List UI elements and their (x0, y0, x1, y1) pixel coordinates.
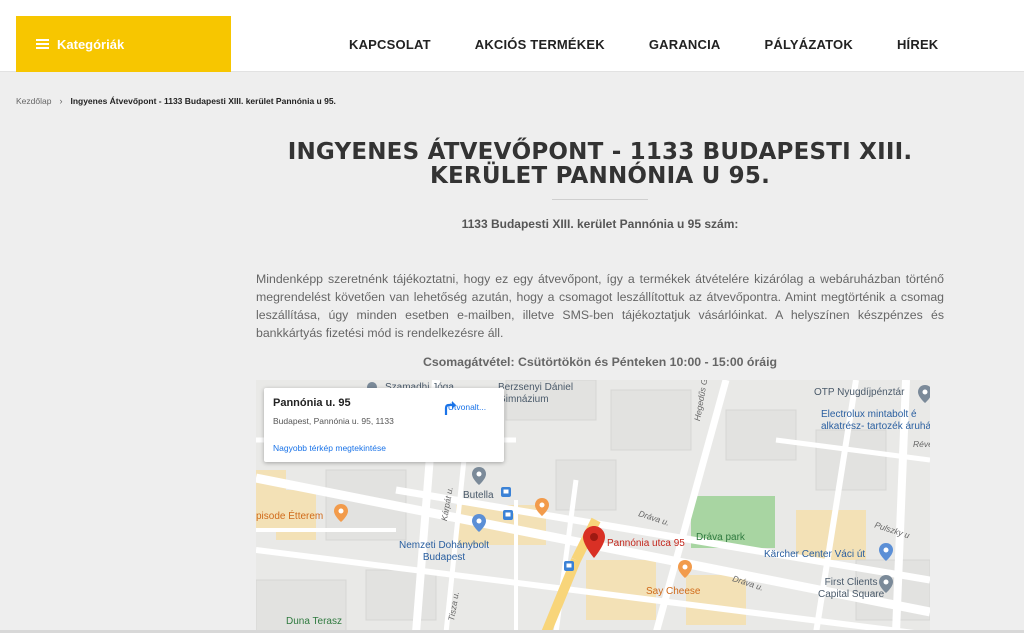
location-pin-icon[interactable] (583, 526, 605, 558)
menu-item-kapcsolat[interactable]: KAPCSOLAT (349, 37, 431, 52)
transit-stop-icon[interactable] (564, 561, 574, 571)
map-label: pisode Étterem (256, 511, 324, 522)
map-label: Electrolux mintabolt é alkatrész- tartoz… (821, 409, 930, 432)
transit-stop-icon[interactable] (503, 510, 513, 520)
breadcrumb-current: Ingyenes Átvevőpont - 1133 Budapesti XII… (70, 96, 336, 106)
map-label: First Clients Capital Square (818, 577, 885, 600)
shop-marker-icon[interactable] (472, 514, 486, 532)
shop-marker-icon[interactable] (879, 543, 893, 561)
map-info-card: Pannónia u. 95 Budapest, Pannónia u. 95,… (264, 388, 504, 462)
restaurant-marker-icon[interactable] (535, 498, 549, 516)
categories-label: Kategóriák (57, 36, 125, 52)
map-label: Butella (463, 490, 494, 501)
directions-icon (444, 401, 456, 415)
main-menu: KAPCSOLAT AKCIÓS TERMÉKEK GARANCIA PÁLYÁ… (327, 16, 960, 72)
main-navbar: Kategóriák KAPCSOLAT AKCIÓS TERMÉKEK GAR… (0, 16, 1024, 72)
categories-button[interactable]: Kategóriák (16, 16, 231, 72)
place-name: Pannónia u. 95 (273, 397, 351, 409)
street-label: Réve (913, 439, 930, 449)
title-divider (552, 199, 648, 200)
map-label: Say Cheese (646, 586, 701, 597)
page-subtitle: 1133 Budapesti XIII. kerület Pannónia u … (461, 217, 739, 231)
menu-item-hirek[interactable]: HÍREK (897, 37, 938, 52)
map-label: Nemzeti Dohánybolt Budapest (399, 540, 490, 563)
menu-item-palyazatok[interactable]: PÁLYÁZATOK (765, 37, 853, 52)
page-title: INGYENES ÁTVEVŐPONT - 1133 BUDAPESTI XII… (287, 139, 913, 189)
breadcrumb: Kezdőlap › Ingyenes Átvevőpont - 1133 Bu… (16, 96, 336, 106)
directions-button[interactable]: Útvonalt... (442, 400, 492, 415)
restaurant-marker-icon[interactable] (678, 560, 692, 578)
map-label: Kärcher Center Váci út (764, 549, 866, 560)
top-strip (0, 0, 1024, 16)
breadcrumb-home-link[interactable]: Kezdőlap (16, 96, 51, 106)
menu-item-garancia[interactable]: GARANCIA (649, 37, 721, 52)
breadcrumb-separator: › (59, 96, 63, 106)
map-label: OTP Nyugdíjpénztár (814, 387, 905, 398)
menu-item-akcios-termekek[interactable]: AKCIÓS TERMÉKEK (475, 37, 605, 52)
map-label: Duna Terasz (286, 616, 342, 627)
transit-stop-icon[interactable] (501, 487, 511, 497)
hamburger-icon (36, 39, 49, 49)
pin-label: Pannónia utca 95 (607, 538, 685, 549)
map-label: Berzsenyi Dániel Gimnázium (498, 382, 574, 405)
larger-map-link[interactable]: Nagyobb térkép megtekintése (273, 443, 386, 453)
poi-marker-icon[interactable] (918, 385, 930, 403)
restaurant-marker-icon[interactable] (334, 504, 348, 522)
info-paragraph: Mindenképp szeretnénk tájékoztatni, hogy… (256, 272, 944, 340)
map-label: Dráva park (696, 532, 745, 543)
place-address: Budapest, Pannónia u. 95, 1133 (273, 416, 394, 426)
poi-marker-icon[interactable] (472, 467, 486, 485)
google-map[interactable]: Szamadhi Jóga Berzsenyi Dániel Gimnázium… (256, 380, 930, 633)
pickup-hours: Csomagátvétel: Csütörtökön és Pénteken 1… (423, 355, 777, 369)
